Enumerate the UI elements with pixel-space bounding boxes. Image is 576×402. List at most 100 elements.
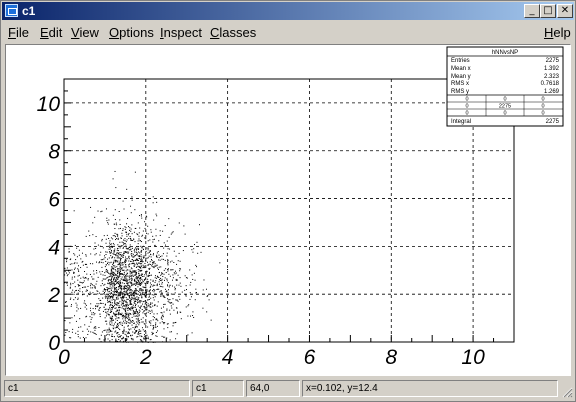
resize-grip-icon[interactable] — [561, 386, 573, 398]
data-point — [146, 334, 148, 336]
data-point — [96, 261, 98, 263]
data-point — [119, 219, 121, 221]
data-point — [128, 251, 130, 253]
data-point — [73, 299, 75, 301]
data-point — [125, 315, 127, 317]
data-point — [152, 235, 154, 237]
plot-canvas[interactable]: 0 2 4 6 8 10 0 2 4 6 8 10 hNNvsNP Entries 2275 Mea… — [5, 44, 571, 376]
data-point — [133, 255, 135, 257]
data-point — [128, 277, 130, 279]
data-point — [152, 325, 154, 327]
data-point — [108, 334, 110, 336]
data-point — [158, 281, 160, 283]
data-point — [139, 240, 141, 242]
data-point — [175, 321, 177, 323]
data-point — [107, 271, 109, 273]
data-point — [147, 233, 149, 235]
y-tick-label: 10 — [37, 93, 61, 116]
data-point — [146, 247, 148, 249]
data-point — [112, 305, 114, 307]
data-point — [107, 311, 109, 313]
menu-classes[interactable]: Classes — [210, 25, 256, 40]
data-point — [151, 290, 153, 292]
data-point — [122, 282, 124, 284]
data-point — [142, 264, 144, 266]
data-point — [90, 206, 92, 208]
data-point — [121, 264, 123, 266]
data-point — [124, 316, 126, 318]
data-point — [118, 292, 120, 294]
data-point — [125, 258, 127, 260]
data-point — [135, 282, 137, 284]
data-point — [166, 309, 168, 311]
menu-edit[interactable]: Edit — [40, 25, 62, 40]
data-point — [116, 326, 118, 328]
menu-inspect[interactable]: Inspect — [160, 25, 202, 40]
data-point — [119, 264, 121, 266]
data-point — [92, 287, 94, 289]
x-tick-label: 10 — [461, 346, 485, 369]
data-point — [123, 274, 125, 276]
data-point — [115, 296, 117, 298]
data-point — [118, 270, 120, 272]
data-point — [108, 245, 110, 247]
data-point — [103, 289, 105, 291]
data-point — [110, 280, 112, 282]
data-point — [137, 300, 139, 302]
data-point — [113, 283, 115, 285]
data-point — [187, 305, 189, 307]
data-point — [73, 272, 75, 274]
data-point — [122, 261, 124, 263]
data-point — [103, 258, 105, 260]
stats-label: Mean y — [451, 74, 471, 80]
data-point — [206, 311, 208, 313]
data-point — [121, 324, 123, 326]
menu-view[interactable]: View — [71, 25, 99, 40]
data-point — [142, 321, 144, 323]
data-point — [88, 330, 90, 332]
data-point — [161, 280, 163, 282]
data-point — [105, 288, 107, 290]
data-point — [108, 237, 110, 239]
data-point — [160, 274, 162, 276]
data-point — [150, 320, 152, 322]
data-point — [132, 304, 134, 306]
stats-box[interactable]: hNNvsNP Entries 2275 Mean x 1.392 Mean y… — [446, 46, 564, 127]
menu-file[interactable]: File — [8, 25, 29, 40]
data-point — [179, 270, 181, 272]
data-point — [144, 292, 146, 294]
data-point — [118, 252, 120, 254]
data-point — [111, 283, 113, 285]
data-point — [121, 276, 123, 278]
data-point — [171, 279, 173, 281]
data-point — [115, 222, 117, 224]
data-point — [141, 305, 143, 307]
data-point — [110, 302, 112, 304]
data-point — [141, 321, 143, 323]
close-button[interactable]: ✕ — [557, 4, 573, 18]
data-point — [110, 271, 112, 273]
maximize-button[interactable]: □ — [540, 4, 556, 18]
data-point — [161, 312, 163, 314]
stats-cell: 0 — [541, 104, 544, 110]
data-point — [142, 291, 144, 293]
data-point — [158, 277, 160, 279]
title-bar[interactable]: c1 _ □ ✕ — [2, 2, 574, 20]
minimize-button[interactable]: _ — [524, 4, 540, 18]
data-point — [113, 265, 115, 267]
data-point — [139, 330, 141, 332]
data-point — [127, 306, 129, 308]
data-point — [77, 275, 79, 277]
data-point — [105, 296, 107, 298]
data-point — [147, 303, 149, 305]
data-point — [151, 265, 153, 267]
data-point — [134, 227, 136, 229]
data-point — [139, 274, 141, 276]
data-point — [112, 319, 114, 321]
data-point — [124, 259, 126, 261]
menu-inspect-rest: nspect — [163, 25, 202, 40]
data-point — [142, 255, 144, 257]
data-point — [167, 294, 169, 296]
menu-help[interactable]: Help — [544, 25, 571, 40]
menu-options[interactable]: Options — [109, 25, 154, 40]
